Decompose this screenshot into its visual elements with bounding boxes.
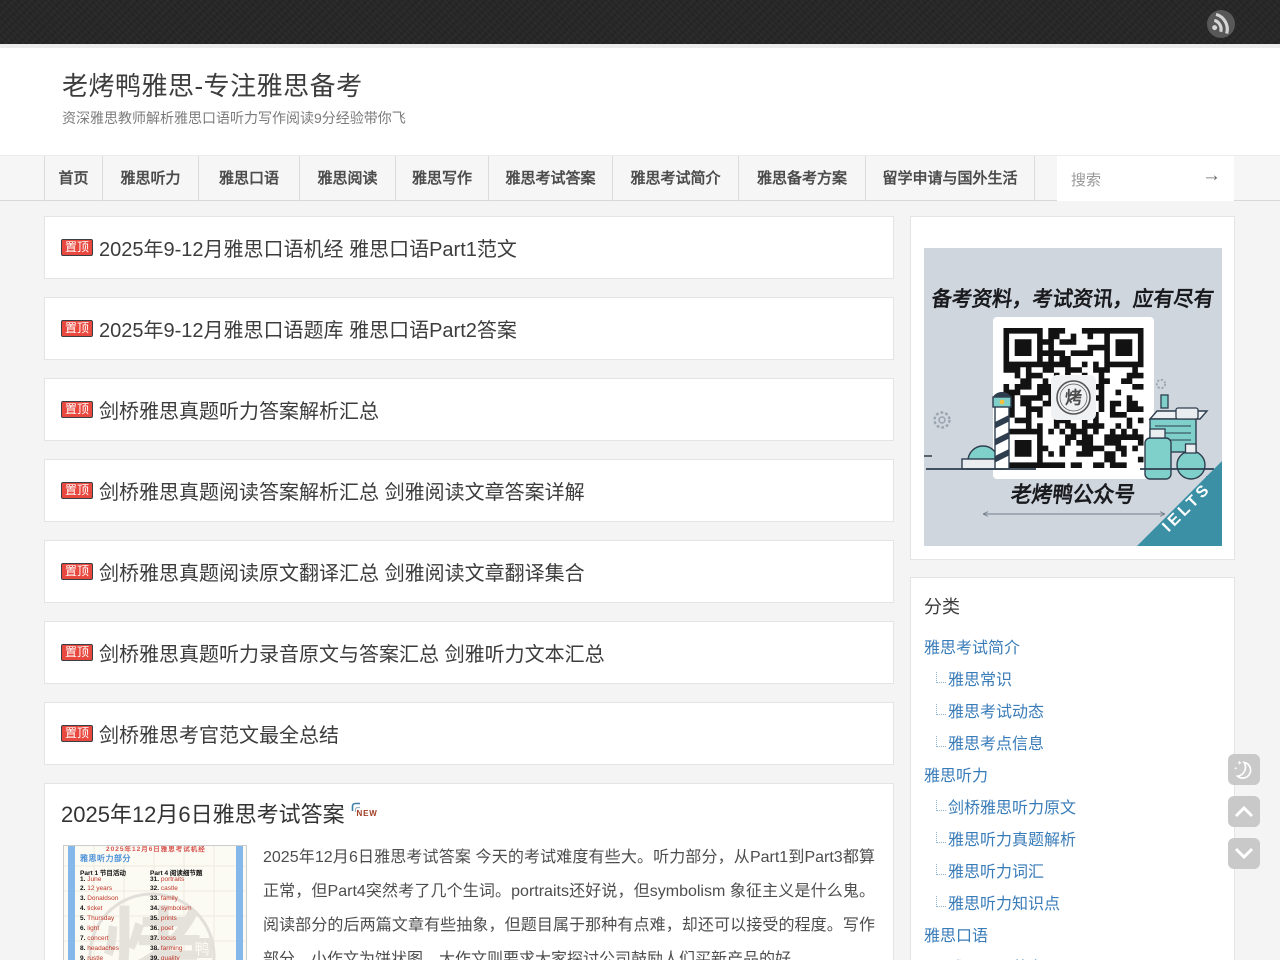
svg-text:老烤鸭公众号: 老烤鸭公众号: [1009, 482, 1137, 507]
svg-text:NEW: NEW: [356, 809, 377, 818]
svg-text:备考资料，考试资讯，应有尽有: 备考资料，考试资讯，应有尽有: [929, 286, 1215, 311]
svg-text:鸭: 鸭: [194, 941, 209, 958]
svg-text:烤: 烤: [1065, 388, 1082, 408]
